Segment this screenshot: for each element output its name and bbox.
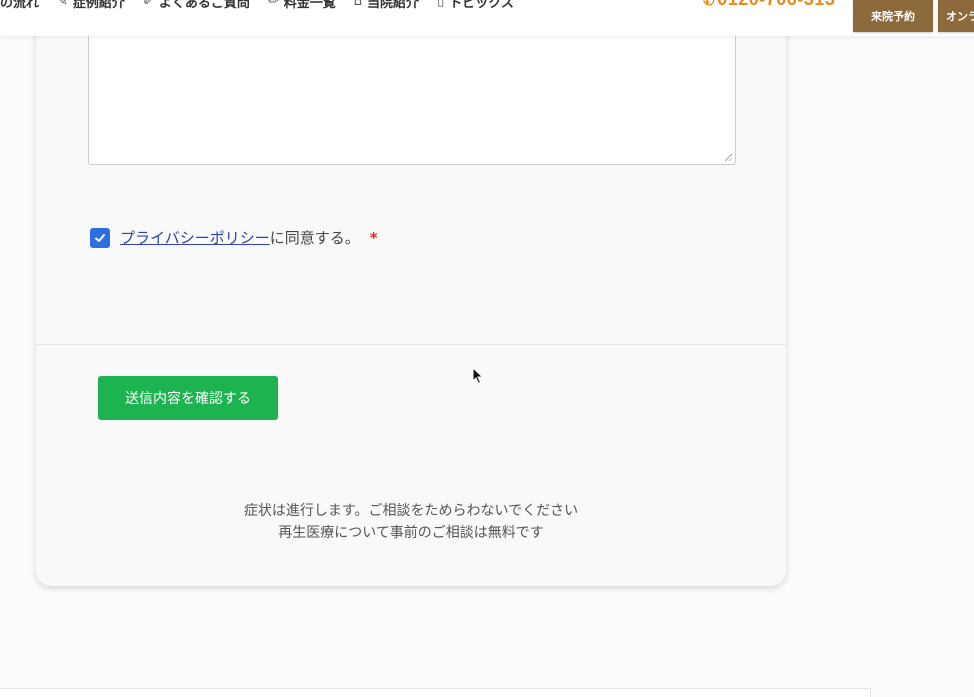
nav-item-label: 料金一覧 [283, 0, 336, 11]
online-button[interactable]: オンラ [938, 0, 974, 32]
question-icon: ✐ [142, 0, 154, 9]
book-icon: ▯ [437, 0, 445, 9]
nav-item-label: よくあるご質問 [158, 0, 250, 11]
phone-text: 0120-706-313 [717, 0, 835, 9]
nav-item-cases[interactable]: ✎ 症例紹介 [57, 0, 125, 11]
consent-checkbox[interactable] [90, 227, 110, 248]
case-icon: ✎ [57, 0, 68, 9]
contact-form-card: プライバシーポリシー に同意する。 * 送信内容を確認する 症状は進行します。ご… [35, 0, 787, 586]
required-mark: * [369, 228, 378, 247]
note-line: 再生医療について事前のご相談は無料です [278, 525, 544, 541]
privacy-consent: プライバシーポリシー に同意する。 * [90, 227, 378, 248]
site-header: の流れ ✎ 症例紹介 ✐ よくあるご質問 ✏ 料金一覧 ⌂ 当院紹介 ▯ トピッ… [0, 0, 974, 36]
reserve-label: 来院予約 [871, 10, 915, 23]
nav-item-label: の流れ [0, 0, 40, 11]
resize-handle-icon[interactable] [725, 154, 732, 161]
nav-item-topics[interactable]: ▯ トピックス [437, 0, 514, 11]
mouse-cursor-icon [472, 367, 484, 385]
phone-number[interactable]: ✆0120-706-313 [703, 0, 835, 10]
divider [36, 344, 786, 345]
nav-item-flow[interactable]: の流れ [0, 0, 39, 11]
nav-item-faq[interactable]: ✐ よくあるご質問 [143, 0, 250, 11]
note-line: 症状は進行します。ご相談をためらわないでください [243, 503, 579, 519]
checkmark-icon [95, 233, 105, 242]
consent-label: に同意する。 [269, 229, 360, 247]
privacy-policy-link[interactable]: プライバシーポリシー [120, 227, 270, 248]
nav-item-label: トピックス [449, 0, 514, 11]
nav-item-label: 症例紹介 [72, 0, 125, 11]
clinic-icon: ⌂ [353, 0, 363, 9]
online-label: オンラ [946, 10, 974, 23]
reserve-button[interactable]: 来院予約 [853, 0, 933, 32]
message-textarea[interactable] [88, 20, 736, 165]
form-notes: 症状は進行します。ご相談をためらわないでください 再生医療について事前のご相談は… [36, 500, 786, 544]
footer-edge [0, 688, 871, 697]
nav-item-prices[interactable]: ✏ 料金一覧 [268, 0, 336, 11]
confirm-submit-button[interactable]: 送信内容を確認する [98, 376, 278, 420]
phone-icon: ✆ [703, 0, 716, 8]
main-nav: の流れ ✎ 症例紹介 ✐ よくあるご質問 ✏ 料金一覧 ⌂ 当院紹介 ▯ トピッ… [0, 0, 532, 11]
nav-item-clinic[interactable]: ⌂ 当院紹介 [354, 0, 419, 11]
pen-icon: ✏ [267, 0, 279, 9]
nav-item-label: 当院紹介 [367, 0, 420, 11]
